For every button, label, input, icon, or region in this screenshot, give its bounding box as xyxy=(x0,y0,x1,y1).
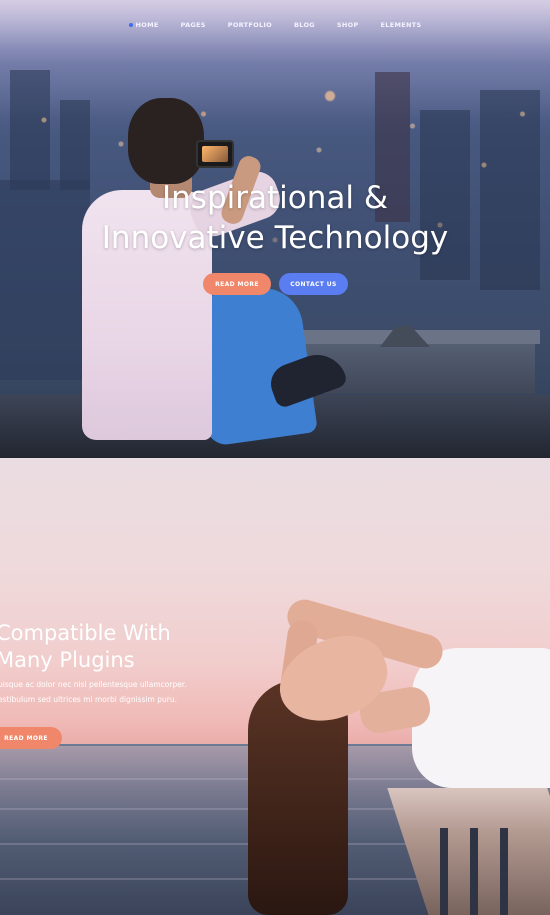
nav-item-portfolio[interactable]: PORTFOLIO xyxy=(217,18,283,32)
active-dot-icon xyxy=(128,23,133,27)
nav-item-pages[interactable]: PAGES xyxy=(170,18,217,32)
phone-image xyxy=(196,140,234,168)
hero-title-line-1: Inspirational & xyxy=(162,180,388,216)
nav-item-label: BLOG xyxy=(293,21,315,29)
contact-us-button[interactable]: CONTACT US xyxy=(279,273,348,295)
nav-item-label: HOME xyxy=(135,21,159,29)
slide-2-desc-line-1: uisque ac dolor nec nisl pellentesque ul… xyxy=(0,680,187,689)
railing-post xyxy=(440,828,448,915)
slide-2-title: Compatible With Many Plugins xyxy=(0,620,171,674)
hero-title-line-2: Innovative Technology xyxy=(101,220,449,256)
nav-item-blog[interactable]: BLOG xyxy=(283,18,326,32)
nav-item-label: PORTFOLIO xyxy=(227,21,272,29)
hero-title: Inspirational & Innovative Technology xyxy=(0,178,550,258)
hero-slide-1: Inspirational & Innovative Technology RE… xyxy=(0,0,550,458)
railing-post xyxy=(470,828,478,915)
read-more-button[interactable]: READ MORE xyxy=(203,273,271,295)
slide-2-desc-line-2: estibulum sed ultrices mi morbi dignissi… xyxy=(0,695,177,704)
nav-item-label: SHOP xyxy=(336,21,359,29)
nav-item-elements[interactable]: ELEMENTS xyxy=(370,18,433,32)
main-nav: HOME PAGES PORTFOLIO BLOG SHOP ELEMENTS xyxy=(0,18,550,32)
nav-item-shop[interactable]: SHOP xyxy=(326,18,370,32)
woman-shirt xyxy=(412,648,550,788)
nav-item-home[interactable]: HOME xyxy=(118,18,170,32)
nav-item-label: PAGES xyxy=(180,21,206,29)
person-head xyxy=(128,98,204,184)
slide-2-title-line-2: Many Plugins xyxy=(0,648,135,672)
slide-2-title-line-1: Compatible With xyxy=(0,621,171,645)
slide-2-read-more-button[interactable]: READ MORE xyxy=(0,727,62,749)
nav-item-label: ELEMENTS xyxy=(380,21,422,29)
railing-post xyxy=(500,828,508,915)
